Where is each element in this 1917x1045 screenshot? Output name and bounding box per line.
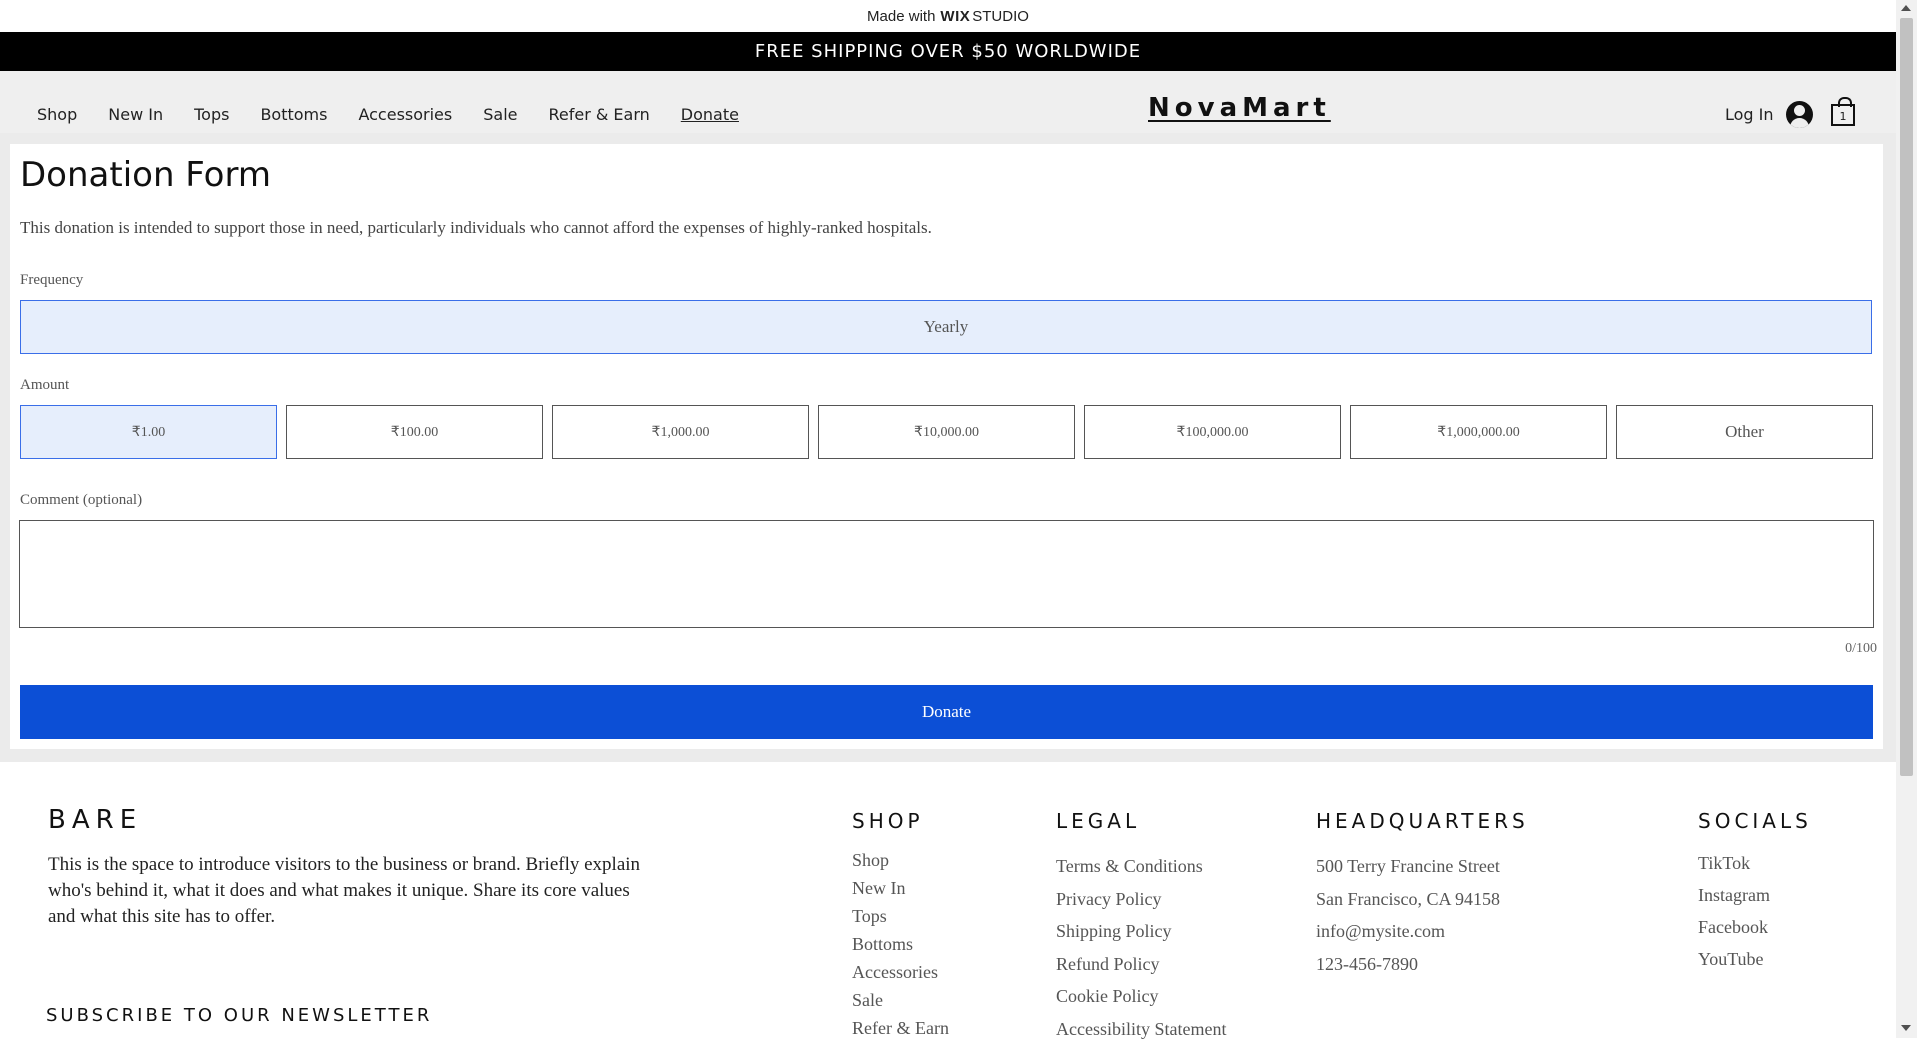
footer-hq-phone: 123-456-7890 bbox=[1316, 948, 1500, 981]
form-description: This donation is intended to support tho… bbox=[20, 218, 932, 238]
footer-hq-title: HEADQUARTERS bbox=[1316, 809, 1529, 833]
wix-studio: STUDIO bbox=[972, 8, 1029, 25]
footer-hq-list: 500 Terry Francine Street San Francisco,… bbox=[1316, 850, 1500, 980]
promo-text: FREE SHIPPING OVER $50 WORLDWIDE bbox=[755, 41, 1141, 62]
footer-shop-title: SHOP bbox=[852, 809, 924, 833]
frequency-select[interactable]: Yearly bbox=[20, 300, 1872, 354]
footer-hq-city: San Francisco, CA 94158 bbox=[1316, 883, 1500, 916]
footer-link-bottoms[interactable]: Bottoms bbox=[852, 930, 949, 958]
footer-hq-address: 500 Terry Francine Street bbox=[1316, 850, 1500, 883]
footer-link-youtube[interactable]: YouTube bbox=[1698, 943, 1770, 975]
amount-label: Amount bbox=[20, 377, 69, 394]
footer-link-privacy[interactable]: Privacy Policy bbox=[1056, 883, 1226, 916]
footer-shop-list: Shop New In Tops Bottoms Accessories Sal… bbox=[852, 846, 949, 1042]
site-header: Shop New In Tops Bottoms Accessories Sal… bbox=[0, 71, 1896, 133]
footer-link-accessibility[interactable]: Accessibility Statement bbox=[1056, 1013, 1226, 1045]
amount-option-other[interactable]: Other bbox=[1616, 405, 1873, 459]
amount-option-100[interactable]: ₹100.00 bbox=[286, 405, 543, 459]
scroll-down-icon[interactable] bbox=[1901, 1025, 1911, 1031]
footer-legal-list: Terms & Conditions Privacy Policy Shippi… bbox=[1056, 850, 1226, 1045]
footer-brand: BARE bbox=[48, 805, 142, 835]
footer-link-tops[interactable]: Tops bbox=[852, 902, 949, 930]
scroll-up-icon[interactable] bbox=[1901, 5, 1911, 11]
footer-brand-text: This is the space to introduce visitors … bbox=[48, 852, 648, 930]
footer-link-new-in[interactable]: New In bbox=[852, 874, 949, 902]
footer-link-shipping[interactable]: Shipping Policy bbox=[1056, 915, 1226, 948]
amount-options: ₹1.00 ₹100.00 ₹1,000.00 ₹10,000.00 ₹100,… bbox=[20, 405, 1873, 459]
wix-brand: WIX bbox=[940, 8, 970, 25]
nav-tops[interactable]: Tops bbox=[194, 105, 229, 124]
footer-link-tiktok[interactable]: TikTok bbox=[1698, 847, 1770, 879]
nav-sale[interactable]: Sale bbox=[483, 105, 517, 124]
promo-banner: FREE SHIPPING OVER $50 WORLDWIDE bbox=[0, 32, 1896, 71]
footer-link-sale[interactable]: Sale bbox=[852, 986, 949, 1014]
nav-bottoms[interactable]: Bottoms bbox=[260, 105, 327, 124]
main-nav: Shop New In Tops Bottoms Accessories Sal… bbox=[37, 105, 770, 124]
comment-label: Comment (optional) bbox=[20, 492, 142, 509]
footer-link-refund[interactable]: Refund Policy bbox=[1056, 948, 1226, 981]
footer-socials-list: TikTok Instagram Facebook YouTube bbox=[1698, 847, 1770, 975]
nav-donate[interactable]: Donate bbox=[681, 105, 739, 124]
footer-legal-title: LEGAL bbox=[1056, 809, 1140, 833]
char-counter: 0/100 bbox=[1845, 641, 1877, 657]
amount-option-1[interactable]: ₹1.00 bbox=[20, 405, 277, 459]
footer-link-terms[interactable]: Terms & Conditions bbox=[1056, 850, 1226, 883]
amount-option-1000000[interactable]: ₹1,000,000.00 bbox=[1350, 405, 1607, 459]
footer-link-facebook[interactable]: Facebook bbox=[1698, 911, 1770, 943]
made-with-text: Made with bbox=[867, 8, 935, 25]
footer-link-shop[interactable]: Shop bbox=[852, 846, 949, 874]
nav-refer-earn[interactable]: Refer & Earn bbox=[548, 105, 649, 124]
footer-socials-title: SOCIALS bbox=[1698, 809, 1812, 833]
footer-link-accessories[interactable]: Accessories bbox=[852, 958, 949, 986]
page-title: Donation Form bbox=[20, 155, 271, 195]
cart-icon[interactable]: 1 bbox=[1831, 104, 1855, 126]
wix-made-with-banner[interactable]: Made with WIX STUDIO bbox=[0, 0, 1896, 32]
footer-hq-email[interactable]: info@mysite.com bbox=[1316, 915, 1500, 948]
frequency-value: Yearly bbox=[924, 317, 969, 337]
user-avatar-icon[interactable] bbox=[1786, 101, 1813, 128]
scrollbar-thumb[interactable] bbox=[1900, 18, 1913, 776]
nav-accessories[interactable]: Accessories bbox=[358, 105, 452, 124]
comment-field[interactable] bbox=[19, 520, 1874, 628]
login-button[interactable]: Log In bbox=[1725, 105, 1774, 124]
site-logo[interactable]: NovaMart bbox=[1148, 93, 1331, 123]
footer-link-instagram[interactable]: Instagram bbox=[1698, 879, 1770, 911]
nav-new-in[interactable]: New In bbox=[108, 105, 163, 124]
amount-option-100000[interactable]: ₹100,000.00 bbox=[1084, 405, 1341, 459]
donate-button[interactable]: Donate bbox=[20, 685, 1873, 739]
newsletter-title: SUBSCRIBE TO OUR NEWSLETTER bbox=[46, 1005, 432, 1026]
amount-option-10000[interactable]: ₹10,000.00 bbox=[818, 405, 1075, 459]
amount-option-1000[interactable]: ₹1,000.00 bbox=[552, 405, 809, 459]
nav-shop[interactable]: Shop bbox=[37, 105, 77, 124]
frequency-label: Frequency bbox=[20, 272, 83, 289]
footer-link-cookie[interactable]: Cookie Policy bbox=[1056, 980, 1226, 1013]
